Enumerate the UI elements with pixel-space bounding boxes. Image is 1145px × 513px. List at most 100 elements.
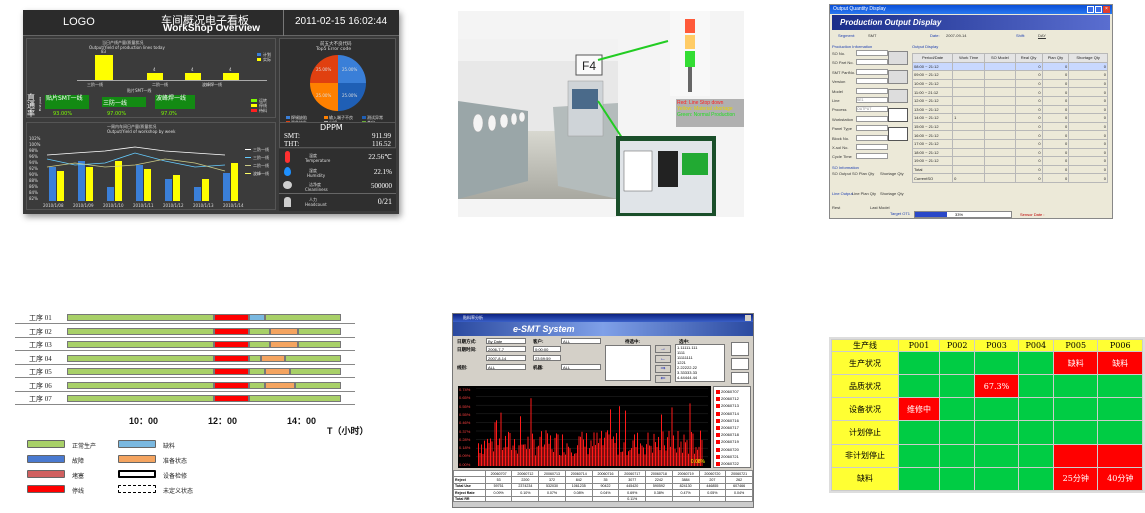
side-button-3[interactable] <box>888 89 908 103</box>
production-field-input[interactable]: SE1 <box>856 97 888 103</box>
production-field-input[interactable] <box>856 144 888 150</box>
output-table-cell: 0 <box>1068 61 1108 72</box>
production-output-window: Output Quantity Display × Production Out… <box>829 4 1113 219</box>
production-field-input[interactable] <box>856 115 888 122</box>
table-row[interactable]: 17:00 ~ 21:12 0 0 0 <box>911 138 1108 149</box>
segment-value[interactable]: SMT <box>868 33 876 38</box>
line-output-header: Line Output <box>832 191 853 196</box>
date-legend-item[interactable]: 20060707 <box>716 389 739 394</box>
date-from-input[interactable]: 2006-7-7 <box>486 346 526 352</box>
horizontal-scrollbar[interactable] <box>453 501 753 507</box>
monitor-icon[interactable] <box>888 127 908 141</box>
table-row[interactable]: 13:00 ~ 21:12 0 0 0 <box>911 104 1108 115</box>
reject-bar <box>511 449 512 466</box>
date-legend-item[interactable]: 20060714 <box>716 411 739 416</box>
move-left-button[interactable]: ← <box>655 355 671 363</box>
shift-value[interactable]: DAY <box>1038 33 1046 38</box>
table-row[interactable]: 12:00 ~ 21:12 0 0 0 <box>911 95 1108 106</box>
production-field-input[interactable] <box>856 87 888 94</box>
output-table-cell: 19:00 ~ 21:12 <box>911 156 954 166</box>
output-table-cell: 0 <box>1041 138 1070 149</box>
date-legend-item[interactable]: 20060721 <box>716 454 739 459</box>
move-all-right-button[interactable]: ⇒ <box>655 365 671 373</box>
pie-pct-2: 25.00% <box>316 93 332 98</box>
table-row[interactable]: 11:00 ~ 21:12 0 0 0 <box>911 87 1108 97</box>
table-row[interactable]: 15:00 ~ 21:12 0 0 0 <box>911 121 1108 132</box>
pending-listbox[interactable] <box>605 345 651 381</box>
output-table-cell: 0 <box>1041 95 1070 106</box>
reject-bar <box>479 452 481 466</box>
production-field-input[interactable] <box>856 134 888 141</box>
date-legend-item[interactable]: 20060712 <box>716 396 739 401</box>
print-icon[interactable] <box>731 358 749 370</box>
side-button-1[interactable] <box>888 51 908 65</box>
output-table-header: Plan Qty <box>1041 53 1070 63</box>
esmt-close-icon[interactable] <box>745 315 751 321</box>
minimize-icon[interactable] <box>1087 6 1094 13</box>
time-from-input[interactable]: 0:00:00 <box>533 346 561 352</box>
line-box-bofeng-label: 波峰焊一线 <box>156 95 187 102</box>
status-cell <box>938 350 976 376</box>
reject-bar <box>686 440 688 466</box>
production-field-input[interactable] <box>856 153 888 160</box>
reject-bar <box>590 440 592 466</box>
machine-select[interactable]: ALL <box>561 364 601 370</box>
production-field-input[interactable] <box>856 68 888 75</box>
printer-icon[interactable] <box>888 108 908 122</box>
date-mode-select[interactable]: By Date <box>486 338 526 344</box>
table-row[interactable]: 09:00 ~ 21:12 0 0 0 <box>911 70 1108 80</box>
date-legend: 20060707 20060712 20060713 20060714 20060716… <box>713 386 751 468</box>
maximize-icon[interactable] <box>1095 6 1102 13</box>
weekly-y-tick: 96% <box>29 154 38 159</box>
table-row[interactable]: 08:00 ~ 21:12 0 0 0 <box>911 61 1108 72</box>
output-table-cell: 0 <box>1014 70 1043 80</box>
production-field-label: Panel Type <box>832 126 852 132</box>
date-legend-item[interactable]: 20060713 <box>716 403 739 408</box>
move-all-left-button[interactable]: ⇐ <box>655 375 671 383</box>
reject-bar <box>581 431 583 466</box>
gantt-row-label: 工序 07 <box>29 395 52 403</box>
date-legend-item[interactable]: 20060719 <box>716 439 739 444</box>
date-value[interactable]: 2007-09-14 <box>946 33 966 38</box>
table-row[interactable]: 10:00 ~ 21:12 0 0 0 <box>911 78 1108 89</box>
time-to-input[interactable]: 23:59:59 <box>533 355 561 361</box>
production-field-input[interactable] <box>856 125 888 132</box>
date-legend-item[interactable]: 20060718 <box>716 432 739 437</box>
table-row[interactable]: Total 0 0 0 <box>911 164 1108 175</box>
move-right-button[interactable]: → <box>655 345 671 353</box>
close-icon[interactable]: × <box>1103 6 1110 13</box>
date-legend-item[interactable]: 20060716 <box>716 418 739 423</box>
customer-select[interactable]: ALL <box>561 338 601 344</box>
weekly-legend-item: 三阶一线 <box>253 155 269 160</box>
line-select[interactable]: ALL <box>486 364 526 370</box>
table-row[interactable]: 14:00 ~ 21:12 1 0 0 0 <box>911 113 1108 123</box>
progress-text: 33% <box>955 212 964 217</box>
hum-label-en: Humidity <box>307 173 326 178</box>
date-legend-item[interactable]: 20060720 <box>716 447 739 452</box>
table-row[interactable]: 19:00 ~ 21:12 0 0 0 <box>911 156 1108 166</box>
weekly-bar-actual <box>202 179 209 201</box>
table-row[interactable]: 16:00 ~ 21:12 0 0 0 <box>911 130 1108 140</box>
output-table-cell: 0 <box>1014 130 1043 140</box>
exit-icon[interactable] <box>731 372 749 384</box>
production-field-input[interactable] <box>856 59 888 66</box>
reject-bar <box>514 439 515 466</box>
reject-bar <box>563 452 565 466</box>
date-legend-item[interactable]: 20060722 <box>716 461 739 466</box>
output-table-cell: 0 <box>1041 164 1070 175</box>
date-legend-item[interactable]: 20060717 <box>716 425 739 430</box>
reject-bar <box>607 430 608 466</box>
selected-list-item[interactable]: 4.44444.44 <box>676 375 724 380</box>
production-field-input[interactable] <box>856 50 888 56</box>
table-row[interactable]: CurrentSO 0 0 0 0 <box>911 173 1108 183</box>
production-field-input[interactable] <box>856 78 888 85</box>
gantt-segment <box>298 341 341 348</box>
date-to-input[interactable]: 2007-8-14 <box>486 355 526 361</box>
reject-bar <box>572 455 574 466</box>
reject-bar <box>626 455 628 466</box>
selected-listbox[interactable]: 1.11111.111 1111 11111111 1221 2.22222.22 3.3… <box>675 344 725 382</box>
side-button-2[interactable] <box>888 70 908 84</box>
query-icon[interactable] <box>731 342 749 356</box>
production-field-input[interactable]: OUTPUT <box>856 106 888 113</box>
table-row[interactable]: 18:00 ~ 21:12 0 0 0 <box>911 147 1108 158</box>
